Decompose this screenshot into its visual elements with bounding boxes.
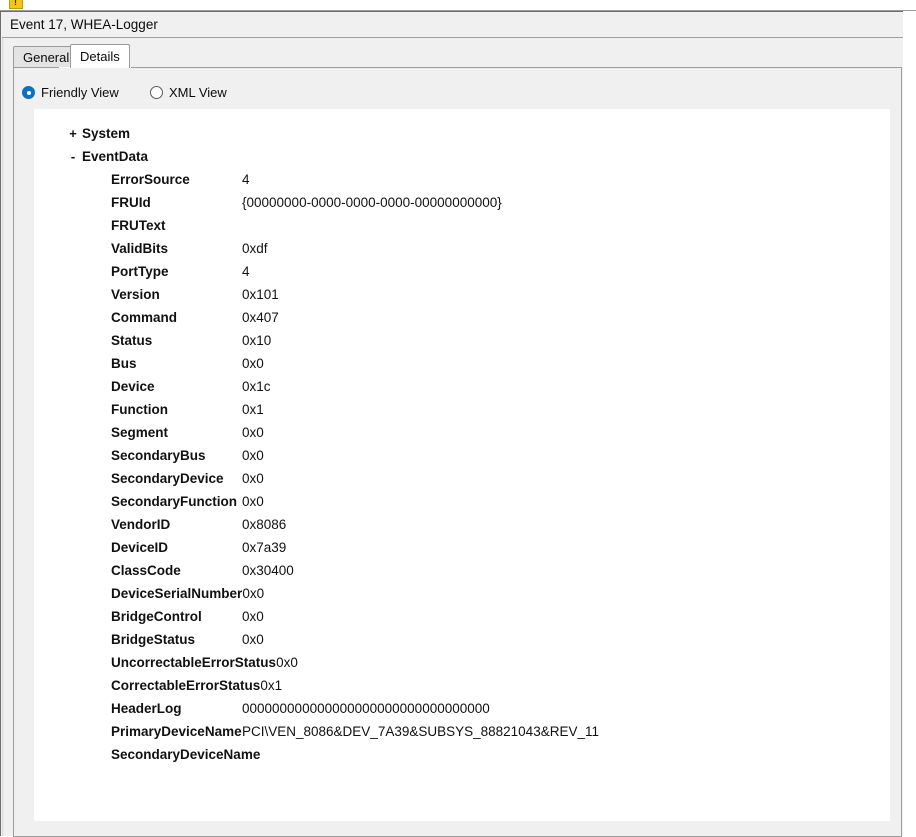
event-data-field-row[interactable]: ClassCode 0x30400 bbox=[35, 559, 889, 582]
field-value: 0x0 bbox=[242, 494, 264, 509]
field-value: 0x0 bbox=[242, 609, 264, 624]
event-data-field-row[interactable]: DeviceID 0x7a39 bbox=[35, 536, 889, 559]
field-value: 0x407 bbox=[242, 310, 279, 325]
event-data-field-row[interactable]: BridgeStatus 0x0 bbox=[35, 628, 889, 651]
field-name: FRUText bbox=[111, 218, 166, 233]
field-value: 0xdf bbox=[242, 241, 268, 256]
field-value: 0x7a39 bbox=[242, 540, 287, 555]
page-title: Event 17, WHEA-Logger bbox=[10, 17, 158, 32]
radio-xml-view[interactable]: XML View bbox=[150, 85, 227, 103]
field-value: 0x0 bbox=[242, 425, 264, 440]
event-data-field-row[interactable]: BridgeControl 0x0 bbox=[35, 605, 889, 628]
event-data-field-row[interactable]: FRUText bbox=[35, 214, 889, 237]
field-name: Bus bbox=[111, 356, 137, 371]
warning-icon bbox=[9, 0, 23, 9]
tab-details[interactable]: Details bbox=[70, 44, 130, 68]
event-data-field-row[interactable]: Device 0x1c bbox=[35, 375, 889, 398]
radio-xml-view-label: XML View bbox=[169, 85, 227, 100]
field-value: 0x101 bbox=[242, 287, 279, 302]
partial-list-row-strip bbox=[0, 0, 916, 11]
event-properties-dialog: Event 17, WHEA-Logger General Details Fr… bbox=[0, 11, 903, 837]
event-data-field-row[interactable]: SecondaryFunction 0x0 bbox=[35, 490, 889, 513]
field-value: 0x0 bbox=[242, 586, 265, 601]
dialog-left-shadow bbox=[2, 12, 4, 836]
radio-friendly-view-label: Friendly View bbox=[41, 85, 119, 100]
event-data-field-row[interactable]: ErrorSource 4 bbox=[35, 168, 889, 191]
details-tab-panel: Friendly View XML View + System - EventData… bbox=[13, 67, 902, 837]
field-value: 0x0 bbox=[242, 448, 264, 463]
tabstrip: General Details bbox=[13, 44, 902, 68]
event-data-field-row[interactable]: SecondaryDevice 0x0 bbox=[35, 467, 889, 490]
event-data-field-row[interactable]: PrimaryDeviceNamePCI\VEN_8086&DEV_7A39&S… bbox=[35, 720, 889, 743]
field-value: PCI\VEN_8086&DEV_7A39&SUBSYS_88821043&RE… bbox=[242, 724, 599, 739]
radio-xml-view-mark[interactable] bbox=[150, 86, 163, 99]
field-name: ClassCode bbox=[111, 563, 181, 578]
field-name: Version bbox=[111, 287, 160, 302]
field-name: DeviceID bbox=[111, 540, 169, 555]
event-data-field-row[interactable]: SecondaryBus 0x0 bbox=[35, 444, 889, 467]
tree-node-label: System bbox=[82, 126, 131, 141]
field-value: 0x8086 bbox=[242, 517, 287, 532]
expand-icon[interactable]: + bbox=[64, 122, 82, 145]
event-data-field-row[interactable]: UncorrectableErrorStatus0x0 bbox=[35, 651, 889, 674]
event-data-field-row[interactable]: SecondaryDeviceName bbox=[35, 743, 889, 766]
field-value: 000000000000000000000000000000000 bbox=[242, 701, 490, 716]
field-name: FRUId bbox=[111, 195, 151, 210]
field-name: SecondaryBus bbox=[111, 448, 206, 463]
radio-friendly-view-mark[interactable] bbox=[22, 86, 35, 99]
event-data-field-row[interactable]: Segment 0x0 bbox=[35, 421, 889, 444]
field-name: Command bbox=[111, 310, 178, 325]
field-value: {00000000-0000-0000-0000-00000000000} bbox=[242, 195, 502, 210]
event-data-field-row[interactable]: FRUId {00000000-0000-0000-0000-0000000000… bbox=[35, 191, 889, 214]
field-name: ErrorSource bbox=[111, 172, 190, 187]
event-data-field-row[interactable]: HeaderLog 0000000000000000000000000000000… bbox=[35, 697, 889, 720]
field-name: Function bbox=[111, 402, 168, 417]
event-data-field-row[interactable]: PortType 4 bbox=[35, 260, 889, 283]
event-data-field-row[interactable]: VendorID 0x8086 bbox=[35, 513, 889, 536]
field-name: Status bbox=[111, 333, 153, 348]
field-name: VendorID bbox=[111, 517, 171, 532]
field-value: 0x1 bbox=[242, 402, 264, 417]
event-data-tree: + System - EventData ErrorSource 4 FRUId {00000… bbox=[35, 122, 889, 766]
event-data-field-row[interactable]: Bus 0x0 bbox=[35, 352, 889, 375]
event-data-field-row[interactable]: CorrectableErrorStatus0x1 bbox=[35, 674, 889, 697]
event-details-box[interactable]: + System - EventData ErrorSource 4 FRUId {00000… bbox=[34, 109, 890, 821]
field-name: Segment bbox=[111, 425, 169, 440]
field-value: 0x1 bbox=[260, 678, 283, 693]
field-name: DeviceSerialNumber bbox=[111, 586, 243, 601]
field-name: ValidBits bbox=[111, 241, 169, 256]
event-data-field-row[interactable]: ValidBits 0xdf bbox=[35, 237, 889, 260]
field-name: BridgeStatus bbox=[111, 632, 196, 647]
field-value: 0x1c bbox=[242, 379, 271, 394]
event-data-field-row[interactable]: DeviceSerialNumber0x0 bbox=[35, 582, 889, 605]
field-name: BridgeControl bbox=[111, 609, 202, 624]
event-data-field-row[interactable]: Command 0x407 bbox=[35, 306, 889, 329]
dialog-titlebar: Event 17, WHEA-Logger bbox=[2, 12, 903, 38]
event-data-field-row[interactable]: Function 0x1 bbox=[35, 398, 889, 421]
field-name: UncorrectableErrorStatus bbox=[111, 655, 277, 670]
tree-node-eventdata[interactable]: - EventData bbox=[35, 145, 889, 168]
field-name: SecondaryFunction bbox=[111, 494, 238, 509]
event-data-field-row[interactable]: Status 0x10 bbox=[35, 329, 889, 352]
field-name: Device bbox=[111, 379, 155, 394]
field-value: 0x0 bbox=[242, 632, 264, 647]
field-value: 0x0 bbox=[276, 655, 298, 670]
field-name: CorrectableErrorStatus bbox=[111, 678, 261, 693]
event-data-field-row[interactable]: Version 0x101 bbox=[35, 283, 889, 306]
tree-node-system[interactable]: + System bbox=[35, 122, 889, 145]
field-name: PortType bbox=[111, 264, 169, 279]
field-name: SecondaryDeviceName bbox=[111, 747, 261, 762]
field-name: PrimaryDeviceName bbox=[111, 724, 242, 739]
field-name: SecondaryDevice bbox=[111, 471, 224, 486]
field-value: 0x0 bbox=[242, 356, 264, 371]
field-value: 0x30400 bbox=[242, 563, 294, 578]
radio-friendly-view[interactable]: Friendly View bbox=[22, 85, 119, 103]
tree-node-label: EventData bbox=[82, 149, 149, 164]
field-value: 4 bbox=[242, 172, 250, 187]
field-value: 4 bbox=[242, 264, 250, 279]
field-value: 0x10 bbox=[242, 333, 272, 348]
field-value: 0x0 bbox=[242, 471, 264, 486]
collapse-icon[interactable]: - bbox=[64, 145, 82, 168]
field-name: HeaderLog bbox=[111, 701, 182, 716]
